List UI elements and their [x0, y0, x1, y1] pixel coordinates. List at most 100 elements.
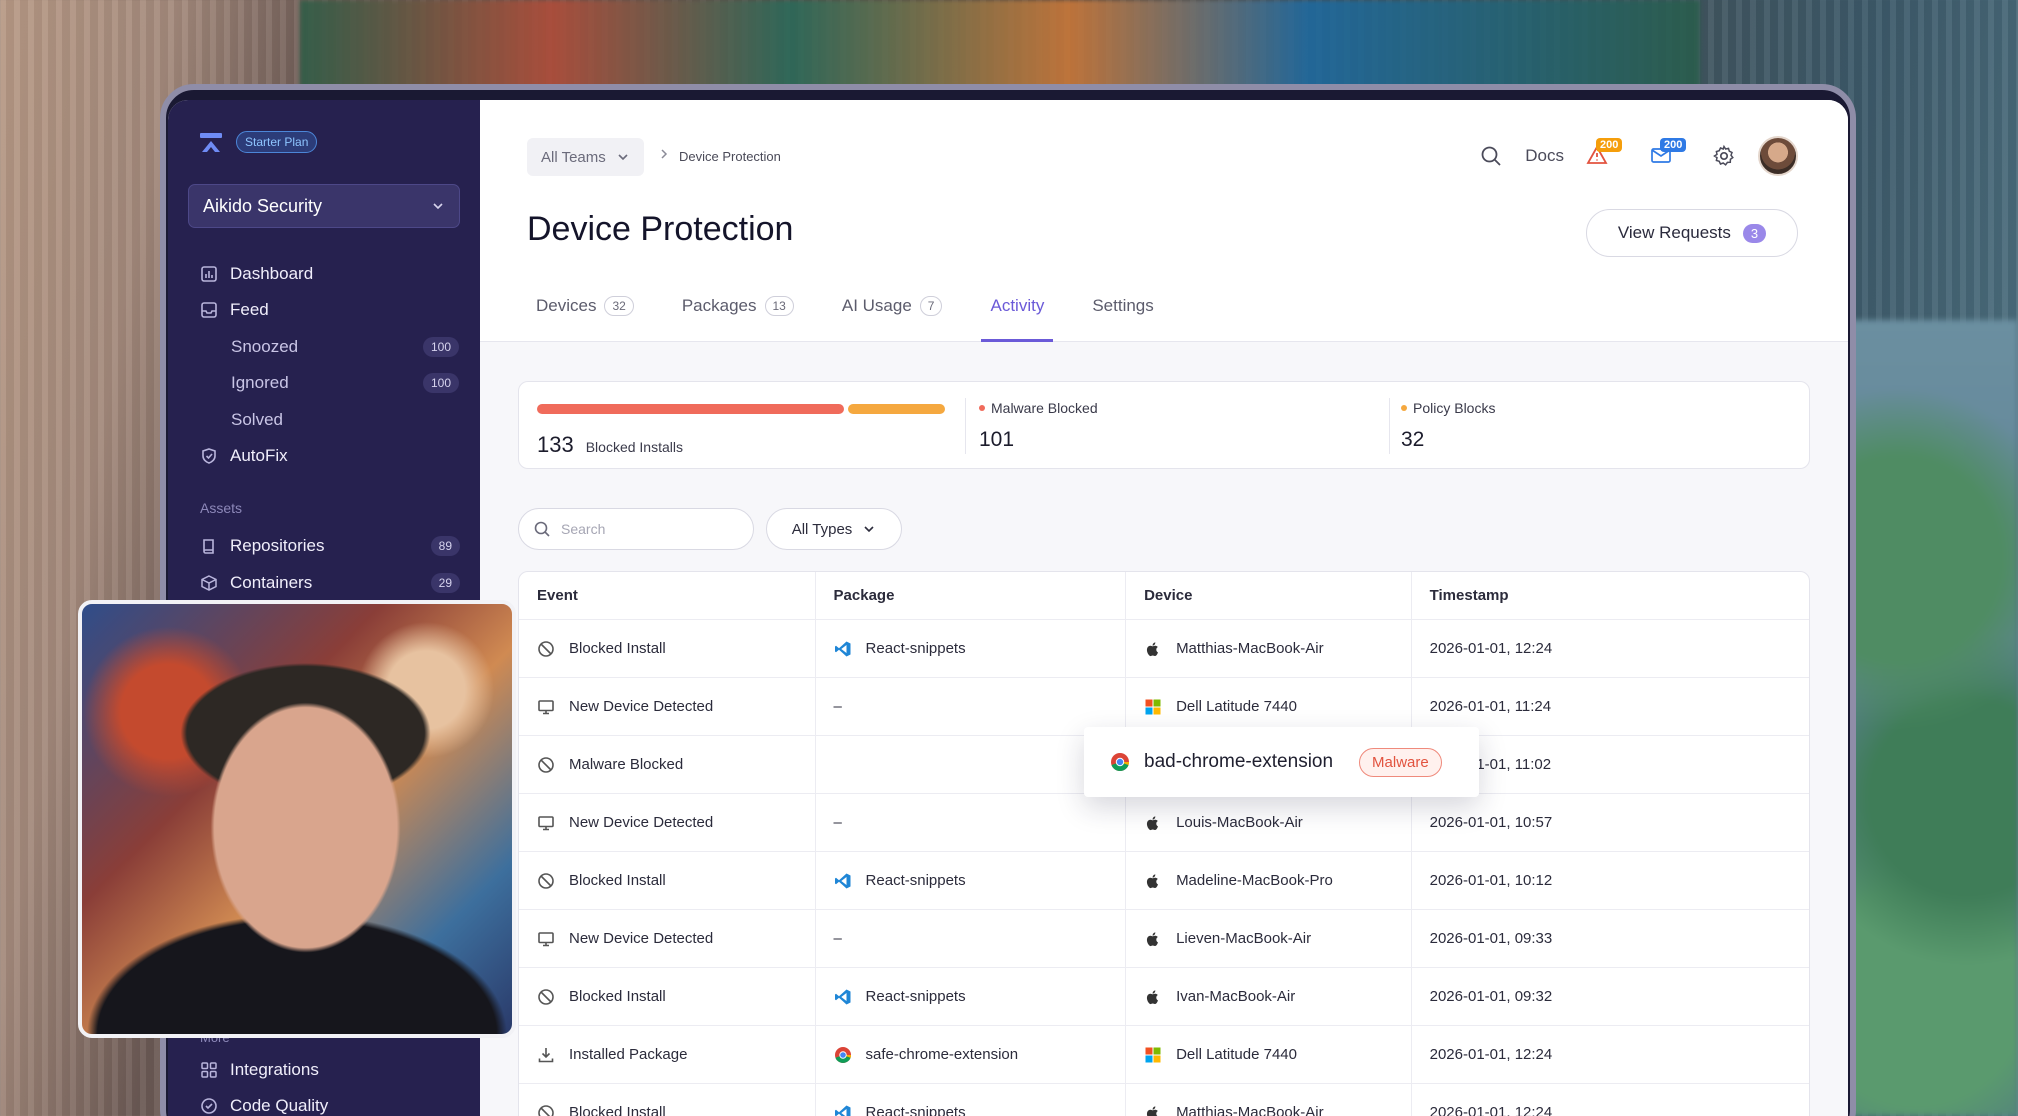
- stat-policy: Policy Blocks 32: [1401, 400, 1495, 452]
- sidebar-item-label: Dashboard: [230, 264, 314, 283]
- avatar[interactable]: [1758, 136, 1798, 176]
- alerts-button[interactable]: 200: [1586, 138, 1623, 168]
- event-cell-text: Installed Package: [569, 1046, 688, 1063]
- sidebar-item-dashboard[interactable]: Dashboard: [200, 260, 460, 288]
- package-cell: React-snippets: [816, 852, 1127, 909]
- column-header-package[interactable]: Package: [816, 572, 1127, 619]
- policy-bar-segment: [847, 404, 945, 414]
- table-row[interactable]: New Device Detected – Louis-MacBook-Air 202…: [519, 794, 1809, 852]
- search-box[interactable]: [518, 508, 754, 550]
- windows-icon: [1144, 698, 1162, 716]
- package-cell-text: React-snippets: [865, 988, 966, 1005]
- sidebar-subitem-solved[interactable]: Solved: [231, 406, 459, 434]
- apple-icon: [1144, 1104, 1162, 1116]
- docs-link[interactable]: Docs: [1525, 146, 1564, 166]
- timestamp-cell-text: 2026-01-01, 12:24: [1429, 1104, 1553, 1116]
- device-cell-text: Madeline-MacBook-Pro: [1176, 872, 1333, 889]
- top-actions: Docs 200 200: [1479, 136, 1798, 176]
- divider: [965, 398, 966, 454]
- malware-value: 101: [979, 428, 1015, 451]
- timestamp-cell-text: 2026-01-01, 12:24: [1429, 640, 1553, 657]
- table-row[interactable]: Blocked Install React-snippets Madeline-Ma…: [519, 852, 1809, 910]
- event-cell: New Device Detected: [519, 794, 816, 851]
- package-cell-text: React-snippets: [865, 1104, 966, 1116]
- event-cell-text: New Device Detected: [569, 698, 714, 715]
- policy-dot: [1401, 405, 1407, 411]
- sidebar-subitem-ignored[interactable]: Ignored 100: [231, 369, 459, 397]
- sidebar-item-containers[interactable]: Containers 29: [200, 569, 460, 597]
- table-row[interactable]: Blocked Install React-snippets Matthias-Ma…: [519, 1084, 1809, 1116]
- assets-section-label: Assets: [200, 500, 243, 516]
- vscode-icon: [834, 988, 852, 1006]
- windows-icon: [1144, 1046, 1162, 1064]
- sidebar-item-autofix[interactable]: AutoFix: [200, 442, 460, 470]
- timestamp-cell: 2026-01-01, 09:33: [1412, 910, 1809, 967]
- total-blocked-label: Blocked Installs: [585, 439, 683, 455]
- sidebar-item-label: Code Quality: [230, 1096, 329, 1115]
- tab-label: Packages: [681, 296, 757, 315]
- monitor-icon: [537, 698, 555, 716]
- tab-packages[interactable]: Packages 13: [673, 296, 803, 342]
- event-cell: Blocked Install: [519, 620, 816, 677]
- table-row[interactable]: Installed Package safe-chrome-extension De…: [519, 1026, 1809, 1084]
- search-icon: [534, 521, 550, 537]
- inbox-icon: [201, 302, 217, 318]
- malware-dot: [979, 405, 985, 411]
- ignored-count: 100: [422, 373, 459, 393]
- tab-label: Devices: [536, 296, 597, 315]
- sidebar-subitem-snoozed[interactable]: Snoozed 100: [231, 333, 459, 361]
- event-cell-text: Blocked Install: [569, 640, 666, 657]
- sidebar-item-label: AutoFix: [230, 446, 288, 465]
- workspace-name: Aikido Security: [203, 195, 323, 216]
- workspace-selector[interactable]: Aikido Security: [188, 184, 460, 228]
- search-input[interactable]: [561, 521, 721, 537]
- background-art: [300, 0, 1700, 95]
- package-cell-text: safe-chrome-extension: [865, 1046, 1019, 1063]
- apple-icon: [1144, 814, 1162, 832]
- package-cell-text: React-snippets: [865, 640, 966, 657]
- blocked-icon: [537, 640, 555, 658]
- table-row[interactable]: Blocked Install React-snippets Ivan-MacBoo…: [519, 968, 1809, 1026]
- stat-total: 133 Blocked Installs: [537, 432, 683, 458]
- breadcrumb[interactable]: Device Protection: [679, 149, 781, 164]
- sidebar-item-label: Feed: [230, 300, 269, 319]
- event-cell: New Device Detected: [519, 910, 816, 967]
- device-cell: Dell Latitude 7440: [1126, 1026, 1412, 1083]
- sidebar-item-repositories[interactable]: Repositories 89: [200, 532, 460, 560]
- aikido-logo-icon[interactable]: [198, 130, 224, 156]
- column-header-timestamp[interactable]: Timestamp: [1412, 572, 1809, 619]
- column-header-event[interactable]: Event: [519, 572, 816, 619]
- table-row[interactable]: Blocked Install React-snippets Matthias-Ma…: [519, 620, 1809, 678]
- tab-devices[interactable]: Devices 32: [527, 296, 643, 342]
- sidebar-item-integrations[interactable]: Integrations: [200, 1056, 460, 1084]
- snoozed-count: 100: [422, 337, 459, 357]
- teams-dropdown[interactable]: All Teams: [527, 138, 644, 176]
- plan-badge[interactable]: Starter Plan: [236, 131, 318, 153]
- blocked-icon: [537, 756, 555, 774]
- tab-count: 13: [764, 296, 794, 316]
- timestamp-cell-text: 2026-01-01, 12:24: [1429, 1046, 1553, 1063]
- types-dropdown[interactable]: All Types: [766, 508, 902, 550]
- tab-settings[interactable]: Settings: [1083, 296, 1162, 342]
- search-icon[interactable]: [1479, 144, 1503, 168]
- device-cell: Louis-MacBook-Air: [1126, 794, 1412, 851]
- tab-activity[interactable]: Activity: [981, 296, 1054, 342]
- sidebar-item-feed[interactable]: Feed: [200, 296, 460, 324]
- package-cell-text: –: [833, 814, 842, 831]
- sidebar-item-code-quality[interactable]: Code Quality: [200, 1092, 460, 1116]
- gear-icon[interactable]: [1712, 144, 1736, 168]
- event-cell-text: Malware Blocked: [569, 756, 684, 773]
- monitor-icon: [537, 814, 555, 832]
- view-requests-button[interactable]: View Requests 3: [1586, 209, 1798, 257]
- tab-label: Activity: [990, 296, 1045, 315]
- event-cell: New Device Detected: [519, 678, 816, 735]
- table-row[interactable]: New Device Detected – Lieven-MacBook-Air 20…: [519, 910, 1809, 968]
- package-popover[interactable]: bad-chrome-extension Malware: [1084, 727, 1479, 797]
- mail-count: 200: [1660, 138, 1687, 152]
- column-header-device[interactable]: Device: [1126, 572, 1412, 619]
- timestamp-cell: 2026-01-01, 10:12: [1412, 852, 1809, 909]
- tab-label: AI Usage: [841, 296, 912, 315]
- tab-ai-usage[interactable]: AI Usage 7: [833, 296, 952, 342]
- mail-button[interactable]: 200: [1650, 138, 1687, 168]
- event-cell: Blocked Install: [519, 1084, 816, 1116]
